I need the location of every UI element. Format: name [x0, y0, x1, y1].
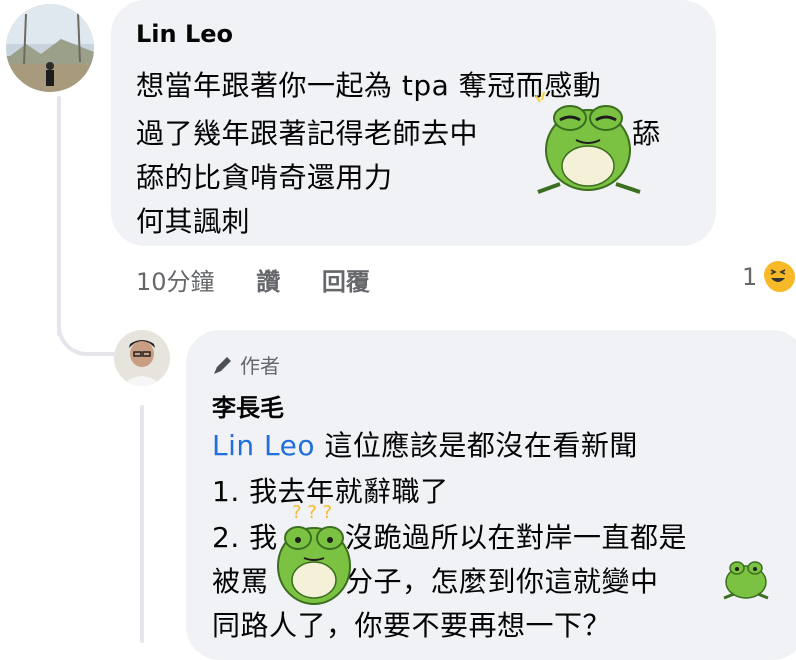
comment-author-name[interactable]: Lin Leo [136, 20, 233, 48]
frog-sticker-image-3 [720, 556, 772, 602]
comment-line-4: 何其諷刺 [136, 205, 251, 238]
author-badge: 作者 [212, 350, 280, 379]
reply-line-4b: 分子，怎麼到你這就變中 [345, 565, 659, 598]
reply-line-1: Lin Leo 這位應該是都沒在看新聞 [212, 424, 638, 464]
reaction-count: 1 [742, 263, 758, 291]
reply-author-name[interactable]: 李長毛 [212, 388, 284, 423]
author-badge-label: 作者 [240, 354, 280, 378]
thread-line-reply [140, 405, 144, 643]
reply-line-3b: 沒跪過所以在對岸一直都是 [345, 521, 688, 554]
thread-curve [57, 300, 117, 356]
reply-line-4a: 被罵 [212, 565, 270, 598]
frog-sticker-image [530, 88, 648, 200]
reply-author-avatar[interactable] [114, 330, 170, 386]
mention-link[interactable]: Lin Leo [212, 429, 315, 462]
like-button[interactable]: 讚 [256, 268, 280, 296]
comment-line-3: 舔的比貪啃奇還用力 [136, 161, 393, 194]
commenter-avatar[interactable] [6, 4, 94, 92]
pencil-icon [214, 356, 231, 374]
comment-timestamp[interactable]: 10分鐘 [136, 268, 215, 296]
frog-sticker-image-2: ? ? ? [264, 500, 364, 612]
reaction-summary[interactable]: 1 [742, 260, 796, 294]
comment-meta: 10分鐘 讚 回覆 [136, 262, 404, 297]
reply-line-1-text: 這位應該是都沒在看新聞 [315, 429, 638, 462]
haha-reaction-icon [763, 260, 796, 294]
reply-button[interactable]: 回覆 [322, 268, 370, 296]
comment-line-2: 過了幾年跟著記得老師去中 [136, 117, 479, 150]
svg-text:? ? ?: ? ? ? [292, 502, 332, 523]
